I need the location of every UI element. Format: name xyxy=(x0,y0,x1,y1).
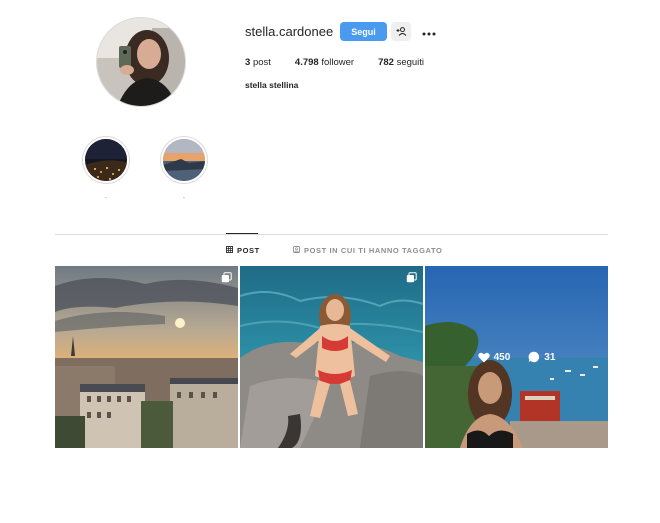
comments-value: 31 xyxy=(544,351,556,363)
following-stat[interactable]: 782 seguiti xyxy=(378,57,424,68)
followers-count: 4.798 xyxy=(294,57,319,68)
comment-icon xyxy=(528,351,540,363)
tabs-divider xyxy=(55,234,608,235)
posts-count: 3 xyxy=(245,57,251,68)
heart-icon xyxy=(477,352,490,363)
tab-tagged[interactable]: POST IN CUI TI HANNO TAGGATO xyxy=(293,246,442,255)
story-highlight[interactable] xyxy=(82,136,130,184)
post-thumbnail[interactable] xyxy=(240,266,423,448)
active-tab-indicator xyxy=(226,233,258,234)
carousel-icon xyxy=(221,272,232,283)
post-hover-overlay: 450 31 xyxy=(425,266,608,448)
profile-username: stella.cardonee xyxy=(245,24,334,39)
highlight-label: . xyxy=(183,194,185,200)
profile-stats: 3 post 4.798 follower 782 seguiti xyxy=(245,57,448,68)
tab-tagged-label: POST IN CUI TI HANNO TAGGATO xyxy=(304,246,443,255)
post-thumbnail[interactable] xyxy=(55,266,238,448)
highlight-cover-night-city xyxy=(85,139,127,181)
followers-stat-label: follower xyxy=(321,57,355,68)
tagged-icon xyxy=(293,246,300,255)
more-icon xyxy=(422,24,436,39)
highlight-cover-sunset-coast xyxy=(163,139,205,181)
more-options-button[interactable] xyxy=(420,22,438,41)
following-stat-label: seguiti xyxy=(396,57,425,68)
carousel-icon xyxy=(406,272,417,283)
tab-posts[interactable]: POST xyxy=(226,246,260,255)
posts-stat-label: post xyxy=(252,57,271,68)
follow-button[interactable]: Segui xyxy=(340,22,387,41)
posts-stat: 3 post xyxy=(245,57,271,68)
post-thumbnail[interactable]: 450 31 xyxy=(425,266,608,448)
story-highlight[interactable] xyxy=(160,136,208,184)
add-person-icon xyxy=(396,24,407,39)
following-count: 782 xyxy=(378,57,394,68)
followers-stat[interactable]: 4.798 follower xyxy=(295,57,354,68)
likes-value: 450 xyxy=(493,351,511,363)
tab-posts-label: POST xyxy=(237,246,260,255)
comments-count: 31 xyxy=(528,351,555,363)
profile-avatar[interactable] xyxy=(96,17,186,107)
highlight-label: . xyxy=(105,194,107,200)
suggested-users-button[interactable] xyxy=(391,22,411,41)
profile-full-name: stella stellina xyxy=(245,80,299,90)
likes-count: 450 xyxy=(477,351,511,363)
grid-icon xyxy=(226,246,233,255)
